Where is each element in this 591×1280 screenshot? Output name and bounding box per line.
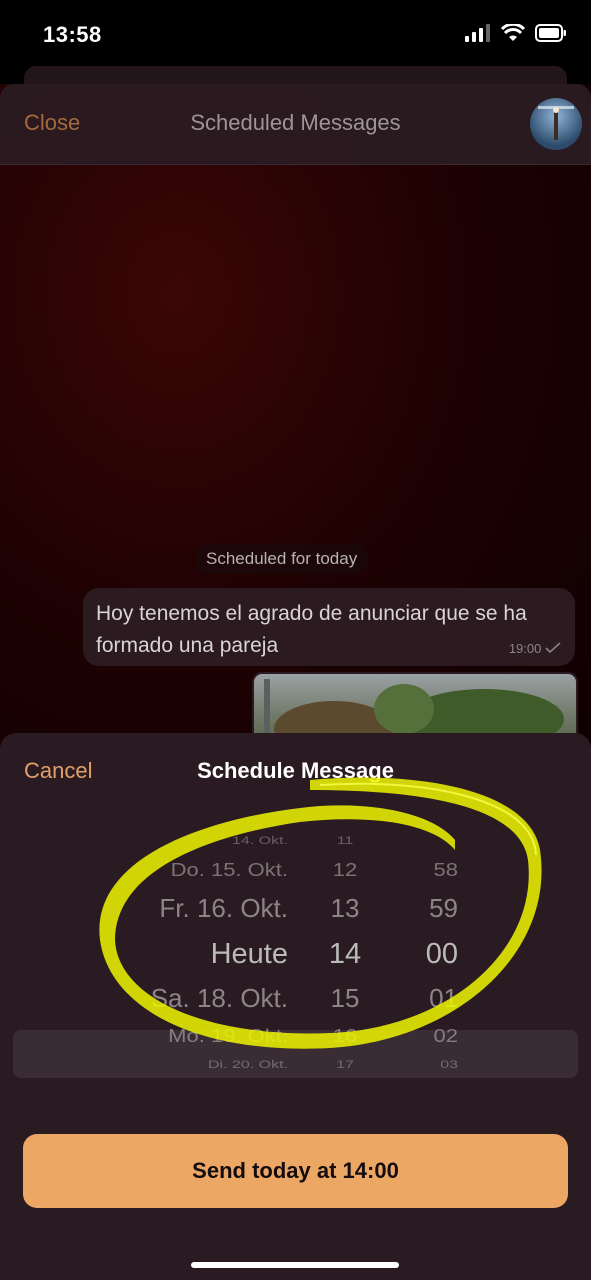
picker-date: Sa. 18. Okt. [150, 983, 288, 1013]
message-text: Hoy tenemos el agrado de anunciar que se… [96, 602, 527, 657]
status-time: 13:58 [43, 22, 102, 47]
sheet-title: Schedule Message [197, 758, 394, 783]
picker-hour: 13 [330, 893, 360, 923]
picker-hour: 14 [328, 938, 362, 970]
checkmark-icon [545, 642, 561, 654]
picker-date: Do. 15. Okt. [170, 859, 288, 881]
picker-minute: 58 [433, 859, 458, 881]
picker-date: Di. 20. Okt. [207, 1059, 288, 1071]
picker-hour: 12 [332, 859, 358, 881]
picker-minute: 01 [429, 983, 458, 1013]
picker-date: Heute [210, 938, 288, 970]
picker-minute: 02 [433, 1025, 458, 1047]
date-time-picker[interactable]: 14. Okt. 11 Do. 15. Okt. 12 58 Fr. 16. O… [0, 823, 591, 1093]
wifi-icon [501, 24, 525, 41]
schedule-sheet: Cancel Schedule Message 14. Okt. 11 Do. … [0, 733, 591, 1280]
picker-hour: 11 [336, 835, 354, 847]
status-icons [465, 24, 567, 42]
background-sheet-edge [24, 66, 567, 86]
date-pill: Scheduled for today [195, 544, 369, 574]
picker-minute: 00 [425, 938, 458, 970]
page-title: Scheduled Messages [190, 110, 401, 135]
picker-hour: 16 [332, 1025, 358, 1047]
picker-minute: 59 [429, 893, 458, 923]
status-bar: 13:58 [0, 0, 591, 72]
picker-date: Fr. 16. Okt. [159, 893, 288, 923]
avatar[interactable] [530, 98, 582, 150]
scheduled-chat-view: Close Scheduled Messages Scheduled for t… [0, 84, 591, 784]
picker-date: Mo. 19. Okt. [168, 1025, 288, 1047]
signal-icon [465, 24, 490, 42]
message-bubble[interactable]: Hoy tenemos el agrado de anunciar que se… [83, 588, 575, 666]
picker-hour: 17 [336, 1059, 354, 1071]
picker-date: 14. Okt. [231, 835, 288, 847]
send-scheduled-button[interactable]: Send today at 14:00 [23, 1134, 568, 1208]
nav-bar: Close Scheduled Messages [0, 84, 591, 165]
home-indicator[interactable] [191, 1262, 399, 1268]
message-time: 19:00 [508, 641, 542, 656]
picker-hour: 15 [330, 983, 360, 1013]
picker-minute: 03 [440, 1059, 458, 1071]
message-meta: 19:00 [509, 641, 561, 656]
battery-icon [535, 24, 566, 42]
